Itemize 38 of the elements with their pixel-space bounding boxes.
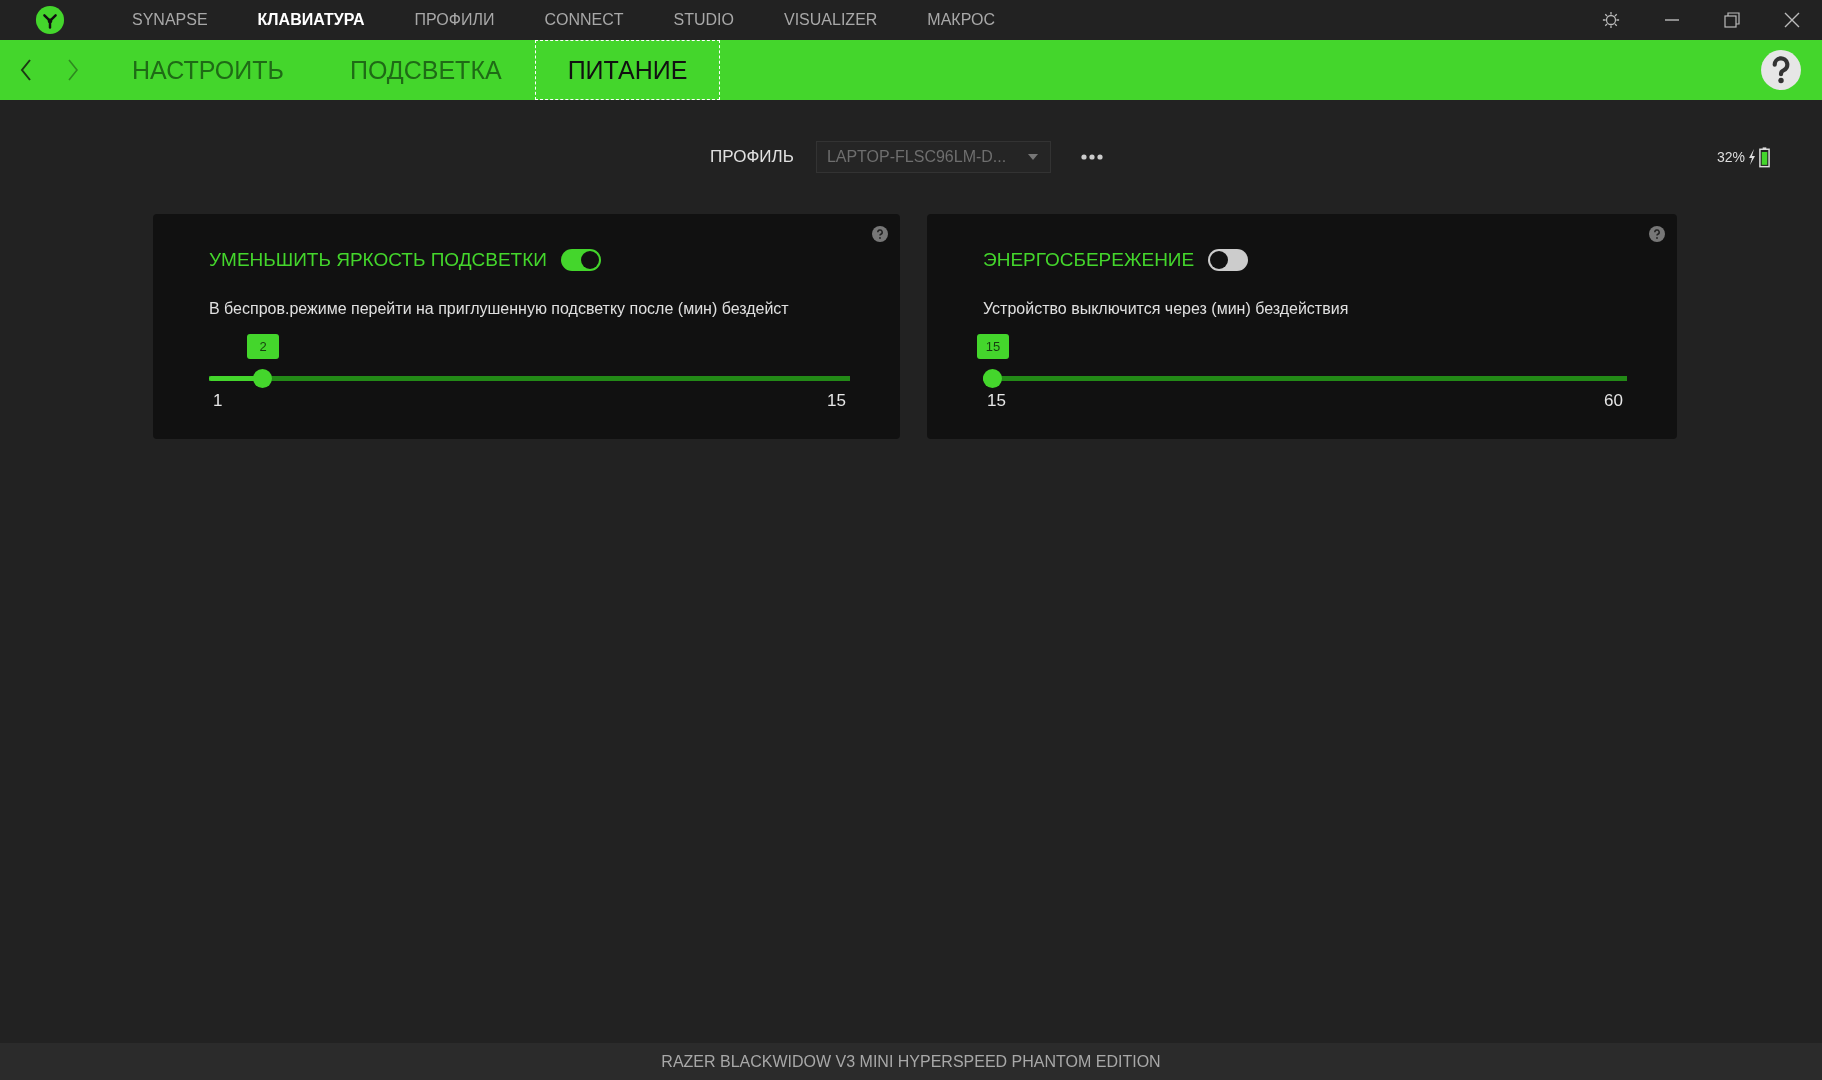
card-title: УМЕНЬШИТЬ ЯРКОСТЬ ПОДСВЕТКИ bbox=[209, 249, 547, 271]
slider-value: 2 bbox=[247, 334, 280, 359]
battery-percent: 32% bbox=[1716, 149, 1745, 165]
sub-tab[interactable]: ПИТАНИЕ bbox=[534, 40, 721, 100]
toggle-switch[interactable] bbox=[560, 249, 601, 271]
logo-icon[interactable] bbox=[35, 5, 65, 35]
battery-icon bbox=[1759, 146, 1770, 168]
sub-tab[interactable]: ПОДСВЕТКА bbox=[316, 40, 535, 100]
slider-value: 15 bbox=[977, 334, 1009, 359]
more-icon[interactable] bbox=[1080, 154, 1103, 160]
help-icon[interactable] bbox=[872, 226, 888, 242]
nav-tab[interactable]: ПРОФИЛИ bbox=[414, 11, 495, 29]
slider-min-label: 1 bbox=[213, 391, 223, 411]
slider-max-label: 15 bbox=[827, 391, 846, 411]
slider-thumb[interactable] bbox=[253, 369, 273, 388]
slider-max-label: 60 bbox=[1604, 391, 1623, 411]
slider-min-label: 15 bbox=[987, 391, 1006, 411]
card-title: ЭНЕРГОСБЕРЕЖЕНИЕ bbox=[983, 249, 1195, 271]
profile-label: ПРОФИЛЬ bbox=[710, 147, 794, 167]
nav-tab[interactable]: VISUALIZER bbox=[784, 11, 878, 29]
close-icon[interactable] bbox=[1784, 12, 1800, 28]
sub-tab[interactable]: НАСТРОИТЬ bbox=[99, 40, 317, 100]
card-description: В беспров.режиме перейти на приглушенную подсветку после (мин) бездейст bbox=[209, 300, 790, 318]
help-icon[interactable] bbox=[1649, 226, 1665, 242]
card-description: Устройство выключится через (мин) бездействия bbox=[983, 300, 1350, 318]
toggle-switch[interactable] bbox=[1208, 249, 1249, 271]
restore-icon[interactable] bbox=[1724, 12, 1740, 28]
nav-tab[interactable]: КЛАВИАТУРА bbox=[257, 11, 365, 29]
brightness-icon[interactable] bbox=[1602, 11, 1620, 29]
device-name: RAZER BLACKWIDOW V3 MINI HYPERSPEED PHANTOM EDITION bbox=[0, 1043, 1822, 1080]
nav-tab[interactable]: CONNECT bbox=[544, 11, 624, 29]
nav-tab[interactable]: МАКРОС bbox=[927, 11, 995, 29]
nav-tab[interactable]: SYNAPSE bbox=[132, 11, 208, 29]
nav-tab[interactable]: STUDIO bbox=[673, 11, 734, 29]
slider-thumb[interactable] bbox=[983, 369, 1002, 388]
help-icon[interactable] bbox=[1760, 49, 1802, 91]
caret-icon bbox=[1027, 154, 1038, 160]
charging-icon bbox=[1748, 148, 1756, 166]
